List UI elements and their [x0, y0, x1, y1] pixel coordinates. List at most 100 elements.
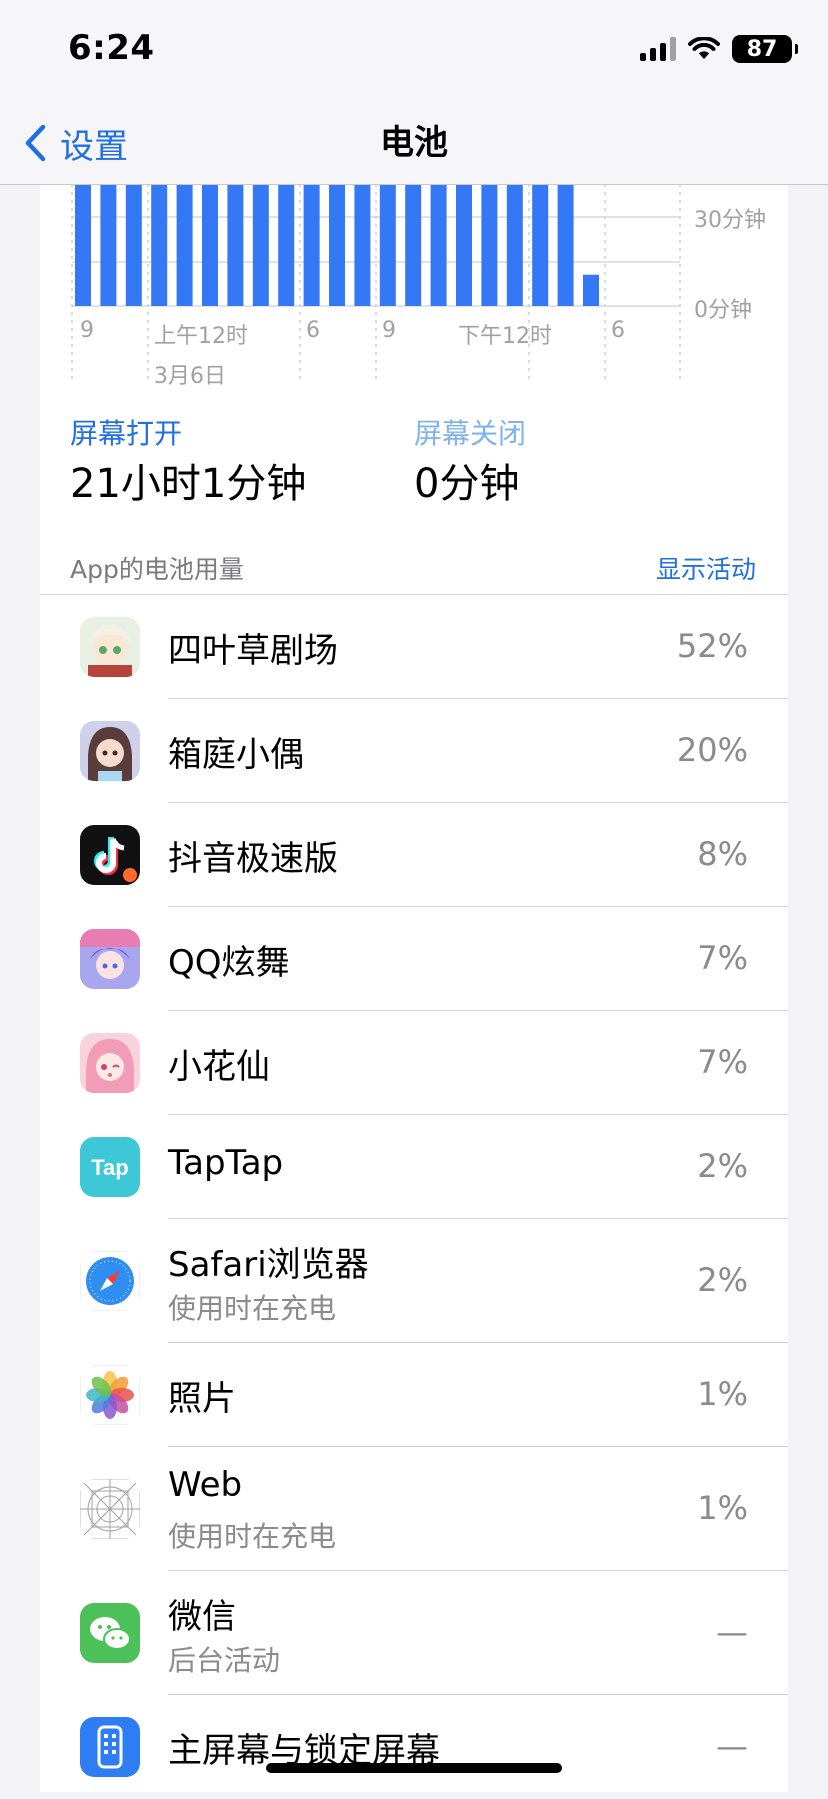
app-battery-percentage: 20% — [676, 731, 748, 769]
home-lock-screen-icon — [80, 1717, 140, 1777]
section-title: App的电池用量 — [70, 555, 244, 584]
screen-on-label: 屏幕打开 — [70, 417, 183, 450]
y-tick-label: 0分钟 — [694, 298, 752, 323]
screen-usage-bar-chart — [71, 184, 681, 384]
chart-bar — [278, 184, 295, 306]
app-name: 微信 — [168, 1597, 236, 1637]
douyin-icon — [80, 825, 140, 885]
app-name: QQ炫舞 — [168, 943, 290, 983]
screen-on-stat: 屏幕打开 21小时1分钟 — [70, 414, 306, 512]
chart-bar — [481, 184, 498, 306]
chart-bar — [75, 184, 91, 306]
navigation-bar: 6:24 87 设置 电池 — [0, 0, 828, 185]
app-usage-note: 使用时在充电 — [168, 1292, 337, 1325]
x-tick-label: 上午12时 — [154, 324, 248, 349]
qqxuanwu-icon — [80, 929, 140, 989]
screen-off-value: 0分钟 — [414, 461, 520, 507]
chart-bar — [329, 184, 345, 306]
chart-bar — [354, 184, 371, 306]
chart-bar — [506, 184, 523, 306]
app-name: 抖音极速版 — [168, 839, 338, 879]
taptap-icon: Tap — [80, 1137, 140, 1197]
app-battery-percentage: 7% — [697, 1043, 748, 1081]
siyecao-icon — [80, 617, 140, 677]
app-battery-percentage: 2% — [697, 1147, 748, 1185]
chart-bar — [227, 184, 244, 306]
chart-bar — [176, 184, 193, 306]
home-indicator — [266, 1763, 562, 1773]
signal-icon — [640, 37, 676, 61]
show-activity-button[interactable]: 显示活动 — [656, 550, 756, 586]
page-title: 电池 — [380, 123, 448, 163]
app-name: 箱庭小偶 — [168, 735, 304, 775]
app-battery-percentage: 8% — [697, 835, 748, 873]
chart-bar — [583, 274, 599, 306]
app-list: 四叶草剧场 52% 箱庭小偶 20% 抖音极速版 8% QQ炫舞 7% 小花仙 7% Tap TapT… — [40, 595, 788, 1799]
app-battery-percentage: — — [716, 1727, 748, 1765]
chart-bar — [151, 184, 168, 306]
app-row[interactable]: Safari浏览器使用时在充电 2% — [40, 1219, 788, 1343]
chart-date-label: 3月6日 — [154, 364, 226, 389]
chart-bar — [379, 184, 396, 306]
app-name: 照片 — [168, 1379, 236, 1419]
x-tick-label: 9 — [80, 318, 94, 343]
xiaohuaxian-icon — [80, 1033, 140, 1093]
app-battery-percentage: 1% — [697, 1375, 748, 1413]
app-name: Safari浏览器 — [168, 1245, 369, 1285]
wifi-icon — [688, 37, 720, 59]
screen-off-label: 屏幕关闭 — [414, 417, 527, 450]
app-battery-percentage: 7% — [697, 939, 748, 977]
app-row[interactable]: 主屏幕与锁定屏幕 — — [40, 1695, 788, 1799]
app-battery-percentage: 1% — [697, 1489, 748, 1527]
xiangting-icon — [80, 721, 140, 781]
app-name: 小花仙 — [168, 1047, 270, 1087]
photos-icon — [80, 1365, 140, 1425]
screen-off-stat: 屏幕关闭 0分钟 — [414, 414, 526, 512]
app-row[interactable]: 四叶草剧场 52% — [40, 595, 788, 699]
x-tick-label: 6 — [611, 318, 625, 343]
app-row[interactable]: QQ炫舞 7% — [40, 907, 788, 1011]
status-time: 6:24 — [68, 28, 155, 68]
y-tick-label: 30分钟 — [694, 208, 766, 233]
app-name: Web — [168, 1465, 243, 1505]
app-battery-usage-card: App的电池用量 显示活动 四叶草剧场 52% 箱庭小偶 20% 抖音极速版 8% QQ炫舞… — [40, 538, 788, 1792]
app-row[interactable]: Web 使用时在充电 1% — [40, 1447, 788, 1571]
battery-level: 87 — [746, 36, 778, 62]
usage-chart-card: 30分钟 0分钟 9 上午12时 6 9 下午12时 6 3月6日 屏幕打开 21小时1分钟 屏… — [40, 184, 788, 584]
svg-text:Tap: Tap — [91, 1155, 128, 1180]
app-row[interactable]: 小花仙 7% — [40, 1011, 788, 1115]
chart-bar — [125, 184, 142, 306]
chart-bar — [532, 184, 549, 306]
chart-bar — [456, 184, 472, 306]
app-battery-percentage: — — [716, 1613, 748, 1651]
screen-on-value: 21小时1分钟 — [70, 461, 307, 507]
app-name: 四叶草剧场 — [168, 631, 338, 671]
x-tick-label: 下午12时 — [458, 324, 552, 349]
chart-bar — [430, 184, 447, 306]
app-usage-section-header: App的电池用量 显示活动 — [40, 546, 788, 592]
app-row[interactable]: 箱庭小偶 20% — [40, 699, 788, 803]
chart-bar — [405, 184, 422, 306]
app-name: TapTap — [168, 1143, 284, 1183]
wechat-icon — [80, 1603, 140, 1663]
chart-bar — [303, 184, 320, 306]
app-usage-note: 后台活动 — [168, 1644, 281, 1677]
app-row[interactable]: Tap TapTap 2% — [40, 1115, 788, 1219]
chart-bar — [100, 184, 117, 306]
x-tick-label: 6 — [306, 318, 320, 343]
app-row[interactable]: 微信后台活动 — — [40, 1571, 788, 1695]
battery-icon: 87 — [732, 35, 798, 63]
chart-bar — [557, 184, 574, 306]
app-battery-percentage: 52% — [676, 627, 748, 665]
screen-stats: 屏幕打开 21小时1分钟 屏幕关闭 0分钟 — [40, 414, 788, 507]
status-icons: 87 — [640, 32, 798, 66]
chart-bar — [252, 184, 269, 306]
app-usage-note: 使用时在充电 — [168, 1520, 337, 1553]
app-row[interactable]: 照片 1% — [40, 1343, 788, 1447]
app-row[interactable]: 抖音极速版 8% — [40, 803, 788, 907]
x-tick-label: 9 — [382, 318, 396, 343]
app-battery-percentage: 2% — [697, 1261, 748, 1299]
chart-bar — [202, 184, 218, 306]
safari-icon — [80, 1251, 140, 1311]
web-icon — [80, 1479, 140, 1539]
